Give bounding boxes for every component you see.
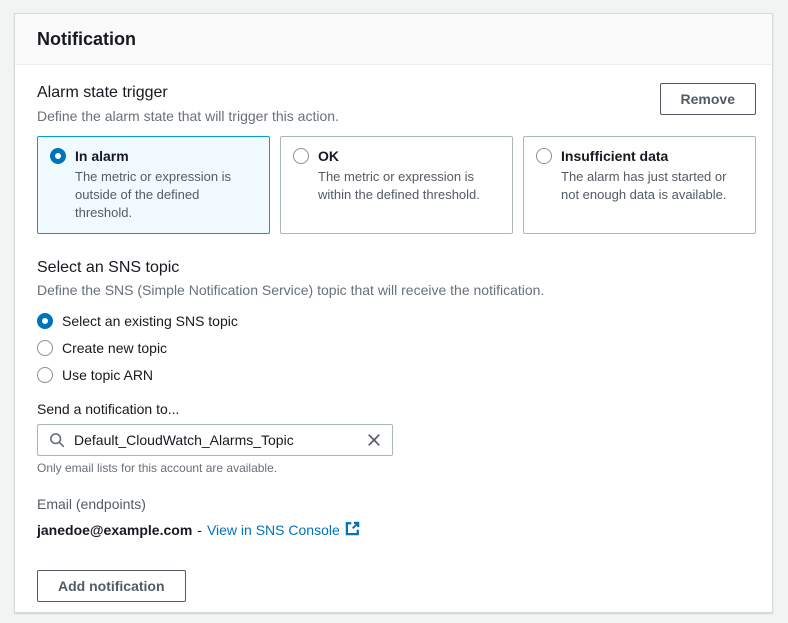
card-in-alarm-text: In alarm The metric or expression is out… [75,147,257,222]
radio-use-topic-arn[interactable] [37,367,53,383]
alarm-trigger-header-row: Alarm state trigger Define the alarm sta… [37,83,756,126]
card-ok-text: OK The metric or expression is within th… [318,147,500,222]
panel-title: Notification [37,29,750,50]
radio-create-new-topic[interactable] [37,340,53,356]
clear-input-icon[interactable] [365,431,383,449]
remove-button[interactable]: Remove [660,83,756,115]
sns-topic-heading: Select an SNS topic [37,258,756,279]
card-title: In alarm [75,147,257,167]
sns-topic-radio-group: Select an existing SNS topic Create new … [37,313,756,383]
notification-target-section: Send a notification to... Only email li [37,401,756,475]
sns-topic-description: Define the SNS (Simple Notification Serv… [37,281,756,301]
sns-topic-section: Select an SNS topic Define the SNS (Simp… [37,258,756,383]
footer-actions: Add notification [37,570,756,602]
external-link-icon [345,521,360,539]
radio-option-use-topic-arn[interactable]: Use topic ARN [37,367,756,383]
card-description: The alarm has just started or not enough… [561,168,743,204]
card-title: Insufficient data [561,147,743,167]
card-description: The metric or expression is within the d… [318,168,500,204]
card-in-alarm[interactable]: In alarm The metric or expression is out… [37,136,270,233]
radio-insufficient-data[interactable] [536,148,552,164]
radio-label: Select an existing SNS topic [62,313,238,329]
card-insufficient-data[interactable]: Insufficient data The alarm has just sta… [523,136,756,233]
email-endpoint-value: janedoe@example.com [37,522,192,538]
sns-topic-input[interactable] [74,432,358,448]
email-endpoints-section: Email (endpoints) janedoe@example.com - … [37,496,756,539]
radio-existing-sns-topic[interactable] [37,313,53,329]
card-ok[interactable]: OK The metric or expression is within th… [280,136,513,233]
card-insufficient-data-text: Insufficient data The alarm has just sta… [561,147,743,222]
notification-target-constraint: Only email lists for this account are av… [37,461,756,475]
card-title: OK [318,147,500,167]
radio-option-create-new-topic[interactable]: Create new topic [37,340,756,356]
email-separator: - [197,522,202,538]
notification-target-label: Send a notification to... [37,401,756,417]
add-notification-button[interactable]: Add notification [37,570,186,602]
radio-option-existing-sns-topic[interactable]: Select an existing SNS topic [37,313,756,329]
panel-body: Alarm state trigger Define the alarm sta… [15,65,772,613]
alarm-trigger-description: Define the alarm state that will trigger… [37,107,339,127]
notification-panel: Notification Alarm state trigger Define … [14,13,773,613]
panel-header: Notification [15,14,772,65]
alarm-state-cards: In alarm The metric or expression is out… [37,136,756,233]
sns-topic-search-box [37,424,393,456]
radio-ok[interactable] [293,148,309,164]
email-endpoints-row: janedoe@example.com - View in SNS Consol… [37,521,756,539]
email-endpoints-label: Email (endpoints) [37,496,756,512]
card-description: The metric or expression is outside of t… [75,168,257,223]
view-in-sns-console-link[interactable]: View in SNS Console [207,521,360,539]
alarm-trigger-heading-block: Alarm state trigger Define the alarm sta… [37,83,339,126]
search-icon [47,430,67,450]
radio-label: Use topic ARN [62,367,153,383]
radio-label: Create new topic [62,340,167,356]
link-label: View in SNS Console [207,522,340,538]
radio-in-alarm[interactable] [50,148,66,164]
alarm-trigger-heading: Alarm state trigger [37,83,339,104]
